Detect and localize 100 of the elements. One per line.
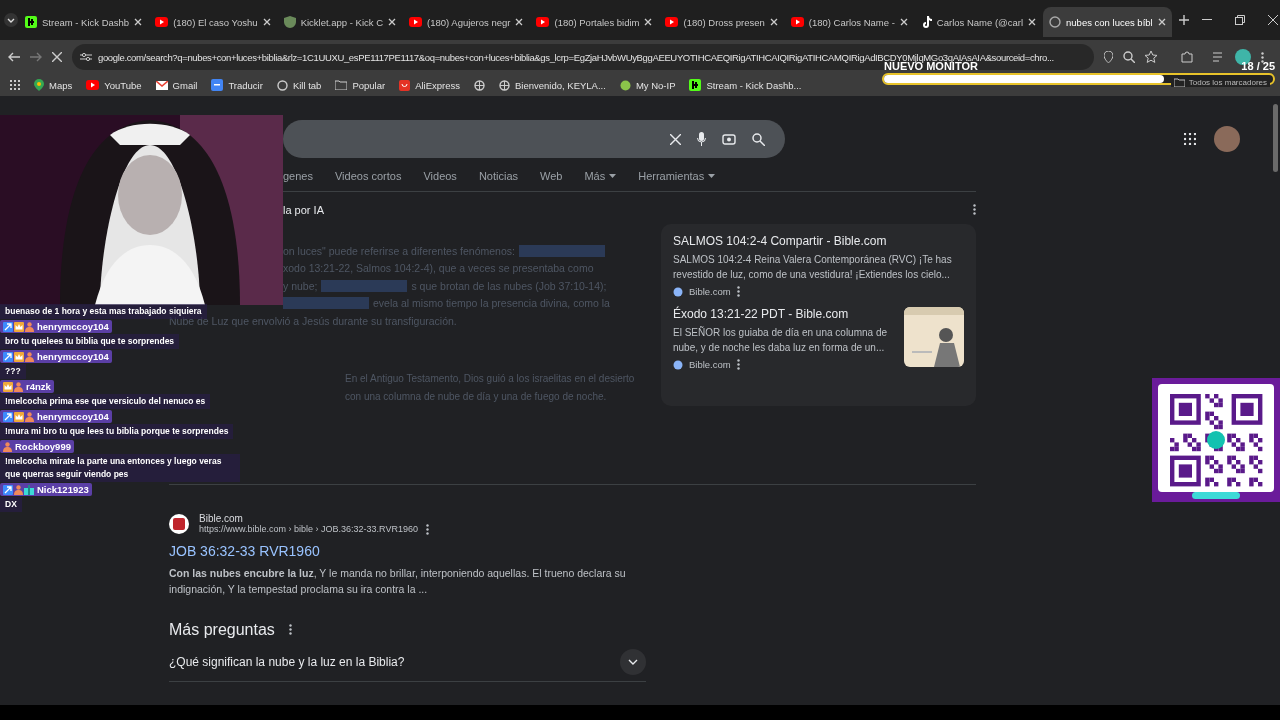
- apps-grid-icon[interactable]: [10, 80, 20, 90]
- bookmark[interactable]: AliExpress: [399, 79, 461, 91]
- search-icon[interactable]: [752, 132, 765, 146]
- apps-grid-icon[interactable]: [1184, 133, 1196, 145]
- close-icon[interactable]: [899, 18, 908, 26]
- location-pin-icon[interactable]: [1104, 51, 1113, 63]
- question-row[interactable]: ¿Qué significan la nube y la luz en la Biblia?: [169, 638, 646, 682]
- globe-icon: [673, 286, 683, 297]
- address-bar[interactable]: [72, 44, 1094, 70]
- forward-arrow-icon[interactable]: [30, 52, 42, 62]
- source-snippet: SALMOS 104:2-4 Reina Valera Contemporánea (RVC) ¡Te has revestido de luz, como de una vestidura! ¡Extiendes los cielo...: [673, 253, 953, 282]
- result-snippet: Con las nubes encubre la luz, Y le manda no brillar, interponiendo aquellas. El trueno declara su indignación, Y la tempestad proclama su ira contra la ...: [169, 565, 627, 597]
- bookmark[interactable]: Stream - Kick Dashb...: [689, 79, 802, 91]
- search-field[interactable]: [283, 120, 785, 158]
- person-badge-icon: [3, 441, 12, 452]
- globe-icon: [474, 79, 486, 91]
- camera-icon[interactable]: [722, 133, 736, 145]
- star-icon[interactable]: [1145, 51, 1157, 63]
- result-title-link[interactable]: JOB 36:32-33 RVR1960: [169, 542, 320, 559]
- more-options-icon[interactable]: [288, 624, 292, 635]
- crown-icon: [3, 381, 13, 392]
- close-icon[interactable]: [134, 18, 143, 26]
- chat-message: !melcocha prima ese que versiculo del nenuco es: [0, 394, 211, 409]
- close-icon[interactable]: [388, 18, 396, 26]
- browser-tab[interactable]: Kicklet.app - Kick C: [277, 7, 402, 37]
- account-avatar[interactable]: [1214, 126, 1240, 152]
- browser-tab[interactable]: Carlos Name (@carl: [914, 7, 1043, 37]
- arrow-badge-icon: [3, 321, 13, 332]
- media-icon[interactable]: [1213, 52, 1225, 62]
- globe-icon: [673, 359, 683, 370]
- source-site: Bible.com: [689, 359, 731, 370]
- more-options-icon[interactable]: [736, 286, 740, 297]
- close-icon[interactable]: [1028, 18, 1037, 26]
- more-options-icon[interactable]: [425, 523, 429, 535]
- bookmark[interactable]: Maps: [34, 79, 73, 91]
- bookmark[interactable]: [474, 79, 486, 91]
- bookmark[interactable]: Traducir: [211, 79, 263, 91]
- chat-username: henrymccoy104: [0, 410, 112, 423]
- bookmark[interactable]: Gmail: [155, 79, 198, 91]
- caret-icon: [708, 174, 716, 178]
- close-icon[interactable]: [1157, 18, 1166, 26]
- smiley-icon: [619, 79, 631, 91]
- play-icon: [536, 17, 550, 27]
- microphone-icon[interactable]: [697, 132, 706, 146]
- scrollbar-thumb[interactable]: [1273, 104, 1278, 172]
- browser-tab[interactable]: nubes con luces bíbl: [1043, 7, 1172, 37]
- search-tab[interactable]: genes: [283, 170, 313, 182]
- chat-message: bro tu quelees tu biblia que te sorprendes: [0, 334, 180, 349]
- folder-icon: [1173, 78, 1185, 87]
- all-bookmarks[interactable]: Todos los marcadores: [1170, 78, 1270, 87]
- overview-text: xodo 13:21-22, Salmos 104:2-4), que a veces se presentaba como: [283, 262, 594, 275]
- crown-icon: [14, 411, 24, 422]
- result-site: Bible.com: [199, 512, 244, 524]
- site-favicon: [169, 513, 189, 534]
- close-icon[interactable]: [515, 18, 524, 26]
- tab-list-icon[interactable]: [4, 13, 18, 27]
- search-tab[interactable]: Videos cortos: [335, 170, 402, 182]
- site-settings-icon[interactable]: [80, 52, 92, 62]
- chat-username: henrymccoy104: [0, 320, 112, 333]
- bookmark[interactable]: Bienvenido, KEYLA...: [499, 79, 606, 91]
- browser-tab[interactable]: Stream - Kick Dashb: [19, 7, 149, 37]
- chat-message: buenaso de 1 hora y esta mas trabajado siquiera: [0, 304, 207, 319]
- browser-tab[interactable]: (180) Portales bidim: [530, 7, 659, 37]
- ai-overview-heading: la por IA: [283, 204, 324, 216]
- search-tab[interactable]: Más: [584, 170, 617, 182]
- menu-icon[interactable]: [1261, 51, 1264, 63]
- play-icon: [86, 80, 100, 90]
- arrow-badge-icon: [3, 351, 13, 362]
- folder-icon: [335, 80, 348, 90]
- back-arrow-icon[interactable]: [8, 52, 20, 62]
- search-tab[interactable]: Videos: [423, 170, 457, 182]
- close-icon[interactable]: [262, 18, 271, 26]
- clear-icon[interactable]: [670, 133, 681, 145]
- goal-count: 18 / 25: [1241, 60, 1275, 72]
- close-icon[interactable]: [644, 18, 653, 26]
- browser-tab[interactable]: (180) Dross presen: [659, 7, 784, 37]
- source-title[interactable]: SALMOS 104:2-4 Compartir - Bible.com: [673, 234, 964, 248]
- browser-tab[interactable]: (180) El caso Yoshu: [149, 7, 277, 37]
- source-title[interactable]: Éxodo 13:21-22 PDT - Bible.com: [673, 307, 896, 321]
- source-site: Bible.com: [689, 286, 731, 297]
- stop-loading-icon[interactable]: [52, 52, 62, 62]
- bookmark[interactable]: Kill tab: [276, 79, 322, 91]
- search-tab[interactable]: Noticias: [478, 170, 518, 182]
- chevron-icon[interactable]: [620, 648, 646, 675]
- person-badge-icon: [25, 351, 34, 362]
- search-tab[interactable]: Web: [540, 170, 563, 182]
- more-options-icon[interactable]: [973, 204, 976, 215]
- browser-tab[interactable]: (180) Carlos Name -: [784, 7, 914, 37]
- bookmark[interactable]: My No-IP: [619, 79, 676, 91]
- translate-icon: [211, 79, 224, 91]
- more-options-icon[interactable]: [736, 359, 740, 370]
- browser-tab[interactable]: (180) Agujeros negr: [403, 7, 530, 37]
- person-badge-icon: [25, 321, 34, 332]
- search-tab[interactable]: Herramientas: [638, 170, 716, 182]
- new-tab-icon[interactable]: [1178, 15, 1189, 25]
- bookmark[interactable]: YouTube: [86, 79, 142, 91]
- zoom-icon[interactable]: [1123, 51, 1135, 63]
- close-icon[interactable]: [769, 18, 778, 26]
- gift-icon: [24, 484, 34, 495]
- bookmark[interactable]: Popular: [335, 79, 386, 91]
